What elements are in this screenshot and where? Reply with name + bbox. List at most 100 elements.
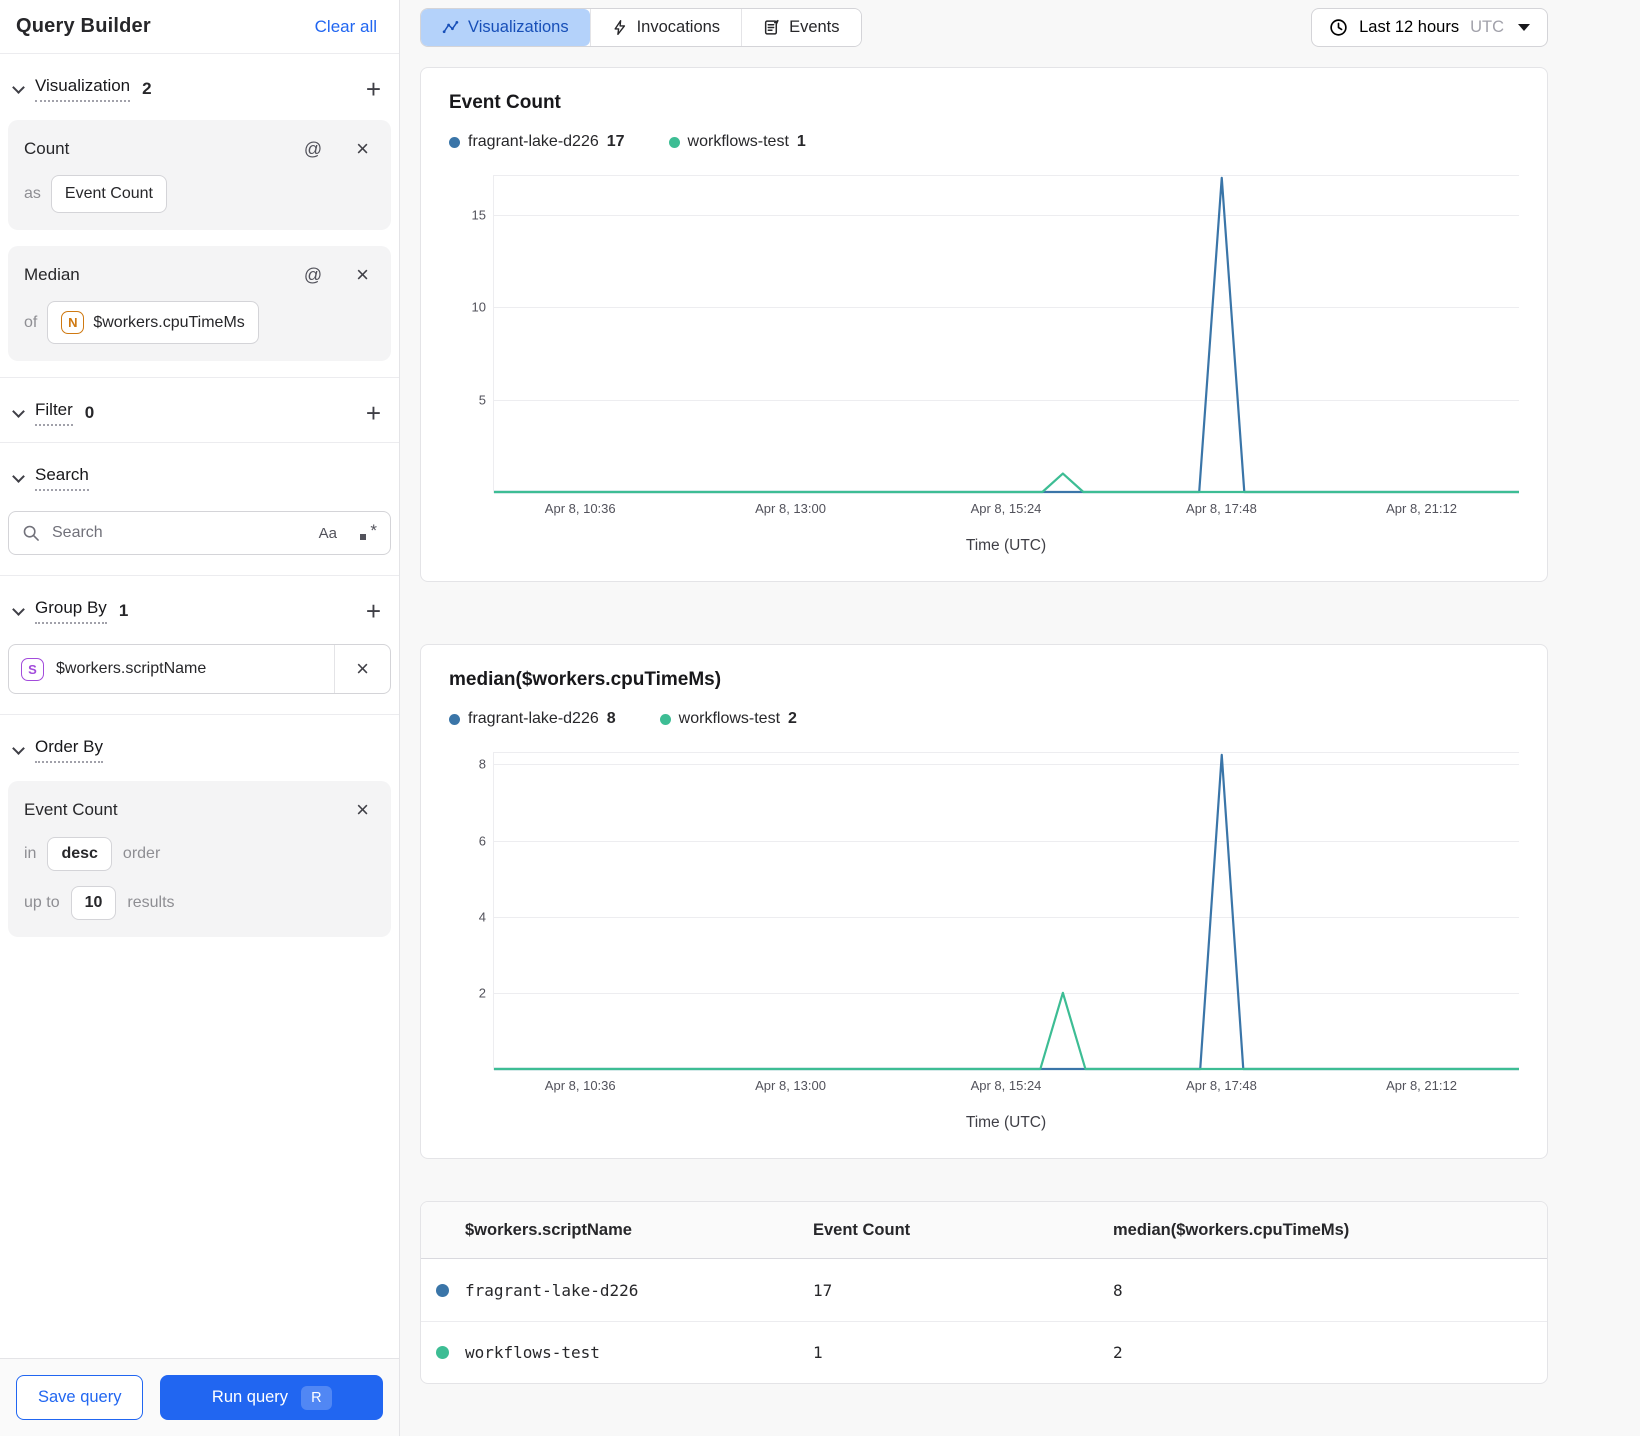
median-field-name: $workers.cpuTimeMs xyxy=(93,313,245,331)
median-aggregation-card: Median @ × of N $workers.cpuTimeMs xyxy=(8,246,391,361)
remove-median-icon[interactable]: × xyxy=(350,263,375,287)
legend-item[interactable]: fragrant-lake-d226 8 xyxy=(449,710,616,728)
time-range-selector[interactable]: Last 12 hours UTC xyxy=(1311,8,1548,47)
order-label: order xyxy=(122,845,161,862)
remove-group-by-icon[interactable]: × xyxy=(350,657,375,681)
table-header-cell: Event Count xyxy=(813,1220,911,1239)
filter-section-header: Filter 0 + xyxy=(8,378,391,438)
chart-title: Event Count xyxy=(449,92,561,113)
number-type-icon: N xyxy=(61,311,85,334)
filter-section-label[interactable]: Filter xyxy=(35,400,73,426)
add-group-by-button[interactable]: + xyxy=(360,598,387,624)
y-axis-tick-label: 8 xyxy=(478,756,486,772)
table-header-row: $workers.scriptName Event Count median($wo… xyxy=(421,1202,1547,1259)
chevron-down-icon[interactable] xyxy=(12,405,25,418)
legend-item[interactable]: workflows-test 1 xyxy=(668,133,806,151)
search-icon xyxy=(23,525,39,541)
tab-invocations[interactable]: Invocations xyxy=(589,9,742,46)
order-by-section-header: Order By xyxy=(8,715,391,775)
add-filter-button[interactable]: + xyxy=(360,400,387,426)
legend-series-name: workflows-test xyxy=(678,710,781,727)
chevron-down-icon[interactable] xyxy=(12,742,25,755)
clear-all-link[interactable]: Clear all xyxy=(309,16,383,38)
remove-count-icon[interactable]: × xyxy=(350,137,375,161)
search-section-label[interactable]: Search xyxy=(35,465,89,491)
group-by-item[interactable]: S $workers.scriptName × xyxy=(8,644,391,694)
main-content: Visualizations Invocations Events Last 1… xyxy=(400,0,1640,1436)
order-by-card: Event Count × in desc order up to 10 res… xyxy=(8,781,391,937)
as-label: as xyxy=(24,185,41,202)
chevron-down-icon[interactable] xyxy=(12,603,25,616)
chevron-down-icon[interactable] xyxy=(12,470,25,483)
chart-legend: fragrant-lake-d226 8 workflows-test 2 xyxy=(449,710,1519,728)
table-cell-value: 2 xyxy=(1113,1343,1123,1362)
median-cputime-chart-card: median($workers.cpuTimeMs) fragrant-lake… xyxy=(420,644,1548,1159)
series-line-workflows-test xyxy=(494,474,1519,492)
x-axis-tick-label: Apr 8, 17:48 xyxy=(1186,1078,1257,1093)
legend-dot xyxy=(668,136,680,148)
chevron-down-icon[interactable] xyxy=(12,81,25,94)
x-axis-ticks: Apr 8, 10:36 Apr 8, 13:00 Apr 8, 15:24 Apr … xyxy=(493,501,1519,521)
remove-order-by-icon[interactable]: × xyxy=(350,798,375,822)
x-axis-tick-label: Apr 8, 15:24 xyxy=(970,1078,1042,1093)
of-label: of xyxy=(24,313,38,331)
alias-at-icon[interactable]: @ xyxy=(298,138,328,161)
search-section-header: Search xyxy=(8,443,391,503)
median-field-selector[interactable]: N $workers.cpuTimeMs xyxy=(47,301,259,344)
count-alias-field[interactable]: Event Count xyxy=(50,175,167,213)
table-cell-value: 1 xyxy=(813,1343,823,1362)
count-aggregation-card: Count @ × as Event Count xyxy=(8,120,391,230)
group-by-section-label[interactable]: Group By xyxy=(35,598,107,624)
series-color-dot xyxy=(436,1346,449,1359)
sidebar-footer: Save query Run query R xyxy=(0,1358,399,1436)
results-table-card: $workers.scriptName Event Count median($wo… xyxy=(420,1201,1548,1384)
x-axis-ticks: Apr 8, 10:36 Apr 8, 13:00 Apr 8, 15:24 Apr … xyxy=(493,1078,1519,1098)
chart-plot-area: 5 10 15 xyxy=(472,175,1519,493)
alias-at-icon[interactable]: @ xyxy=(298,264,328,287)
legend-item[interactable]: workflows-test 2 xyxy=(659,710,797,728)
sort-direction-selector[interactable]: desc xyxy=(47,837,112,871)
group-by-field-name: $workers.scriptName xyxy=(56,660,207,677)
sidebar-header: Query Builder Clear all xyxy=(0,0,399,54)
up-to-label: up to xyxy=(24,894,60,911)
case-sensitivity-icon[interactable]: Aa xyxy=(313,524,343,543)
chart-plot-area: 2 4 6 8 xyxy=(479,752,1519,1070)
legend-series-value: 17 xyxy=(606,133,625,150)
search-box: Aa * xyxy=(8,511,391,555)
clock-icon xyxy=(1330,19,1347,36)
time-zone-label: UTC xyxy=(1470,18,1504,36)
visualization-section-header: Visualization 2 + xyxy=(8,54,391,114)
in-label: in xyxy=(24,845,37,862)
legend-item[interactable]: fragrant-lake-d226 17 xyxy=(449,133,625,151)
result-limit-input[interactable]: 10 xyxy=(70,886,117,920)
y-axis-tick-label: 15 xyxy=(471,207,486,223)
order-by-field: Event Count xyxy=(24,800,118,819)
group-by-count: 1 xyxy=(118,601,129,620)
add-visualization-button[interactable]: + xyxy=(360,76,387,102)
y-axis-tick-label: 2 xyxy=(478,985,486,1001)
chart-title: median($workers.cpuTimeMs) xyxy=(449,669,722,690)
save-query-button[interactable]: Save query xyxy=(16,1375,144,1420)
run-query-button[interactable]: Run query R xyxy=(160,1375,383,1420)
query-builder-sidebar: Query Builder Clear all Visualization 2 … xyxy=(0,0,400,1436)
x-axis-tick-label: Apr 8, 21:12 xyxy=(1386,1078,1457,1093)
table-row: workflows-test 1 2 xyxy=(421,1321,1547,1383)
tab-events[interactable]: Events xyxy=(741,9,861,46)
time-range-label: Last 12 hours xyxy=(1359,18,1460,36)
table-cell-script-name: fragrant-lake-d226 xyxy=(465,1280,639,1300)
lightning-icon xyxy=(614,20,625,35)
tab-visualizations[interactable]: Visualizations xyxy=(421,9,590,46)
visualization-section-label[interactable]: Visualization xyxy=(35,76,131,102)
regex-icon[interactable]: * xyxy=(359,521,377,542)
order-by-section-label[interactable]: Order By xyxy=(35,737,104,763)
string-type-icon: S xyxy=(21,657,44,681)
x-axis-tick-label: Apr 8, 15:24 xyxy=(970,501,1042,516)
sidebar-body: Visualization 2 + Count @ × as Event Cou… xyxy=(0,54,399,1358)
search-input[interactable] xyxy=(50,523,303,543)
median-card-title: Median xyxy=(24,265,80,284)
legend-series-value: 1 xyxy=(796,133,806,150)
table-cell-value: 17 xyxy=(813,1280,833,1300)
view-tabs: Visualizations Invocations Events xyxy=(420,8,862,47)
sidebar-title: Query Builder xyxy=(16,15,151,37)
table-cell-script-name: workflows-test xyxy=(465,1343,600,1362)
